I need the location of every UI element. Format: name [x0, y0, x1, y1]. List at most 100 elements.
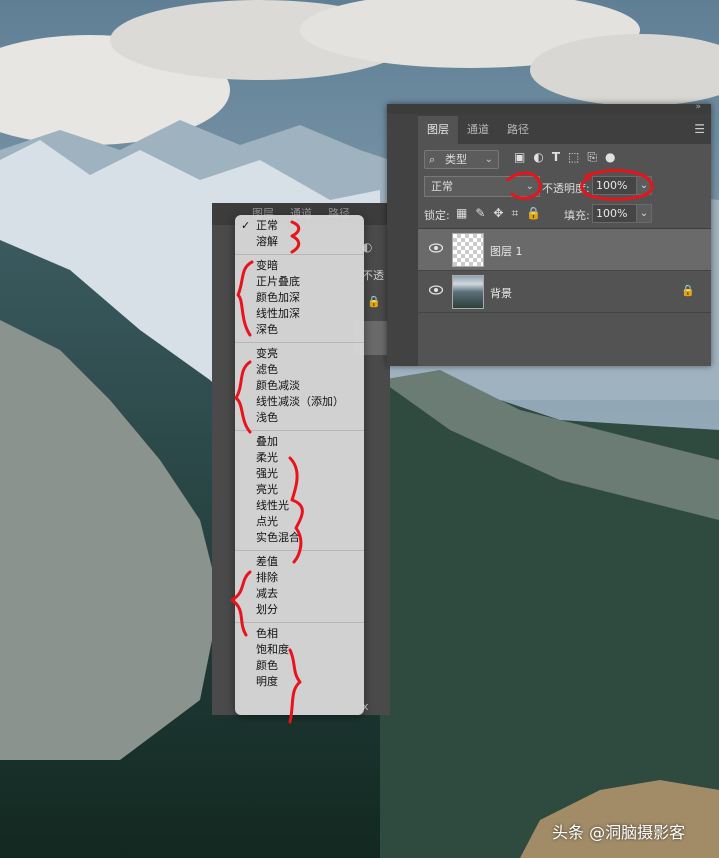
- blend-menu-item-label: 叠加: [256, 435, 278, 448]
- filter-icons: ▣ ◐ T ⬚ ⎘ ●: [514, 150, 615, 165]
- blend-menu-item[interactable]: 线性减淡（添加）: [235, 394, 364, 410]
- layer-row-layer1[interactable]: 图层 1: [418, 229, 711, 271]
- lock-artboard-icon[interactable]: ⌗: [511, 206, 518, 221]
- blend-menu-item[interactable]: 色相: [235, 626, 364, 642]
- blend-menu-item[interactable]: 颜色: [235, 658, 364, 674]
- filter-kind-label: 类型: [445, 153, 467, 166]
- filter-kind-select[interactable]: ⌕ 类型 ⌄: [424, 150, 499, 169]
- blend-menu-item[interactable]: 柔光: [235, 450, 364, 466]
- shape-filter-icon[interactable]: ⬚: [568, 150, 579, 165]
- fill-input[interactable]: 100%: [592, 204, 639, 223]
- blend-menu-item-label: 差值: [256, 555, 278, 568]
- visibility-eye-icon[interactable]: [429, 285, 443, 295]
- tab-channels[interactable]: 通道: [458, 116, 498, 144]
- blend-menu-item[interactable]: 线性光: [235, 498, 364, 514]
- blend-menu-item[interactable]: 亮光: [235, 482, 364, 498]
- lock-all-icon[interactable]: 🔒: [526, 206, 541, 221]
- blend-menu-item[interactable]: ✓ 正常: [235, 218, 364, 234]
- visibility-eye-icon[interactable]: [429, 243, 443, 253]
- checkmark-icon: ✓: [241, 219, 251, 232]
- blend-menu-item[interactable]: 实色混合: [235, 530, 364, 546]
- lock-transparent-pixels-icon[interactable]: ▦: [456, 206, 467, 221]
- blend-menu-item-label: 饱和度: [256, 643, 289, 656]
- blend-menu-item[interactable]: 滤色: [235, 362, 364, 378]
- lock-icon: 🔒: [681, 284, 695, 297]
- blend-menu-item-label: 颜色: [256, 659, 278, 672]
- blend-menu-item[interactable]: 排除: [235, 570, 364, 586]
- layer-thumbnail-photo: [452, 275, 484, 309]
- blend-menu-item[interactable]: 饱和度: [235, 642, 364, 658]
- blend-menu-item[interactable]: 变暗: [235, 258, 364, 274]
- blend-menu-item-label: 点光: [256, 515, 278, 528]
- blend-menu-item-label: 正常: [256, 219, 278, 232]
- tab-paths[interactable]: 路径: [498, 116, 538, 144]
- smart-object-filter-icon[interactable]: ⎘: [587, 150, 597, 165]
- blend-menu-item-label: 正片叠底: [256, 275, 300, 288]
- blend-menu-group: 变亮滤色 颜色减淡 线性减淡（添加） 浅色: [235, 343, 364, 431]
- opacity-dropdown-icon[interactable]: ⌄: [636, 176, 652, 195]
- fill-label: 填充:: [564, 209, 590, 222]
- blend-menu-group: 变暗 正片叠底颜色加深 线性加深深色: [235, 255, 364, 343]
- back-lock-icon: 🔒: [367, 295, 381, 308]
- blend-mode-select[interactable]: 正常 ⌄: [424, 176, 540, 197]
- opacity-label: 不透明度:: [542, 182, 590, 195]
- blend-menu-item[interactable]: 正片叠底: [235, 274, 364, 290]
- opacity-input[interactable]: 100%: [592, 176, 639, 195]
- lock-position-icon[interactable]: ✥: [493, 206, 503, 221]
- adjustment-filter-icon[interactable]: ◐: [533, 150, 543, 165]
- watermark-text: 头条 @洞脑摄影客: [552, 823, 686, 842]
- blend-menu-item-label: 划分: [256, 603, 278, 616]
- blend-menu-group: ✓ 正常溶解: [235, 215, 364, 255]
- blend-menu-item-label: 线性加深: [256, 307, 300, 320]
- blend-menu-item[interactable]: 颜色加深: [235, 290, 364, 306]
- blend-menu-item-label: 线性减淡（添加）: [256, 395, 344, 408]
- blend-menu-item[interactable]: 差值: [235, 554, 364, 570]
- blend-menu-item-label: 变亮: [256, 347, 278, 360]
- blend-menu-item[interactable]: 强光: [235, 466, 364, 482]
- panel-tabs: 图层 通道 路径 ☰: [418, 114, 711, 144]
- blend-menu-group: 色相 饱和度 颜色 明度: [235, 623, 364, 694]
- fill-dropdown-icon[interactable]: ⌄: [636, 204, 652, 223]
- blend-menu-item[interactable]: 浅色: [235, 410, 364, 426]
- panel-titlebar[interactable]: »: [387, 102, 711, 114]
- layer-thumbnail-transparent: [452, 233, 484, 267]
- blend-menu-item-label: 色相: [256, 627, 278, 640]
- blend-menu-item-label: 浅色: [256, 411, 278, 424]
- panel-collapse-icon[interactable]: »: [695, 102, 701, 112]
- blend-menu-item-label: 实色混合: [256, 531, 300, 544]
- layer-row-background[interactable]: 背景 🔒: [418, 271, 711, 313]
- type-filter-icon[interactable]: T: [552, 150, 560, 165]
- chevron-down-icon: ⌄: [525, 181, 534, 192]
- blend-menu-item[interactable]: 叠加: [235, 434, 364, 450]
- blend-menu-item[interactable]: 点光: [235, 514, 364, 530]
- panel-menu-icon[interactable]: ☰: [694, 122, 705, 136]
- blend-menu-item[interactable]: 深色: [235, 322, 364, 338]
- tab-layers[interactable]: 图层: [418, 116, 458, 144]
- pixel-filter-icon[interactable]: ▣: [514, 150, 525, 165]
- blend-menu-item[interactable]: 明度: [235, 674, 364, 690]
- layers-panel: » 图层 通道 路径 ☰ ⌕ 类型 ⌄ ▣ ◐ T ⬚ ⎘ ● 正常 ⌄ 不透明…: [387, 102, 711, 366]
- blend-menu-item[interactable]: 线性加深: [235, 306, 364, 322]
- search-icon: ⌕: [429, 153, 436, 166]
- lock-image-pixels-icon[interactable]: ✎: [475, 206, 485, 221]
- layer-name: 背景: [490, 287, 512, 300]
- layer-name: 图层 1: [490, 245, 523, 258]
- blend-menu-item[interactable]: 划分: [235, 602, 364, 618]
- blend-menu-item[interactable]: 溶解: [235, 234, 364, 250]
- blend-mode-menu: ✓ 正常溶解变暗 正片叠底颜色加深 线性加深深色变亮滤色 颜色减淡 线性减淡（添加） 浅色叠…: [235, 215, 364, 715]
- blend-menu-item-label: 明度: [256, 675, 278, 688]
- blend-menu-group: 差值 排除 减去 划分: [235, 551, 364, 623]
- blend-menu-item[interactable]: 变亮: [235, 346, 364, 362]
- blend-menu-item-label: 减去: [256, 587, 278, 600]
- blend-menu-item-label: 排除: [256, 571, 278, 584]
- panel-dock-strip: [387, 114, 418, 366]
- blend-menu-item[interactable]: 减去: [235, 586, 364, 602]
- blend-menu-item-label: 线性光: [256, 499, 289, 512]
- lock-label: 锁定:: [424, 209, 450, 222]
- blend-menu-item[interactable]: 颜色减淡: [235, 378, 364, 394]
- blend-menu-group: 叠加柔光 强光 亮光 线性光点光实色混合: [235, 431, 364, 551]
- blend-row: 正常 ⌄ 不透明度: 100% ⌄: [418, 172, 711, 200]
- filter-row: ⌕ 类型 ⌄ ▣ ◐ T ⬚ ⎘ ●: [418, 144, 711, 172]
- filter-toggle-icon[interactable]: ●: [605, 150, 615, 165]
- chevron-down-icon: ⌄: [484, 154, 493, 165]
